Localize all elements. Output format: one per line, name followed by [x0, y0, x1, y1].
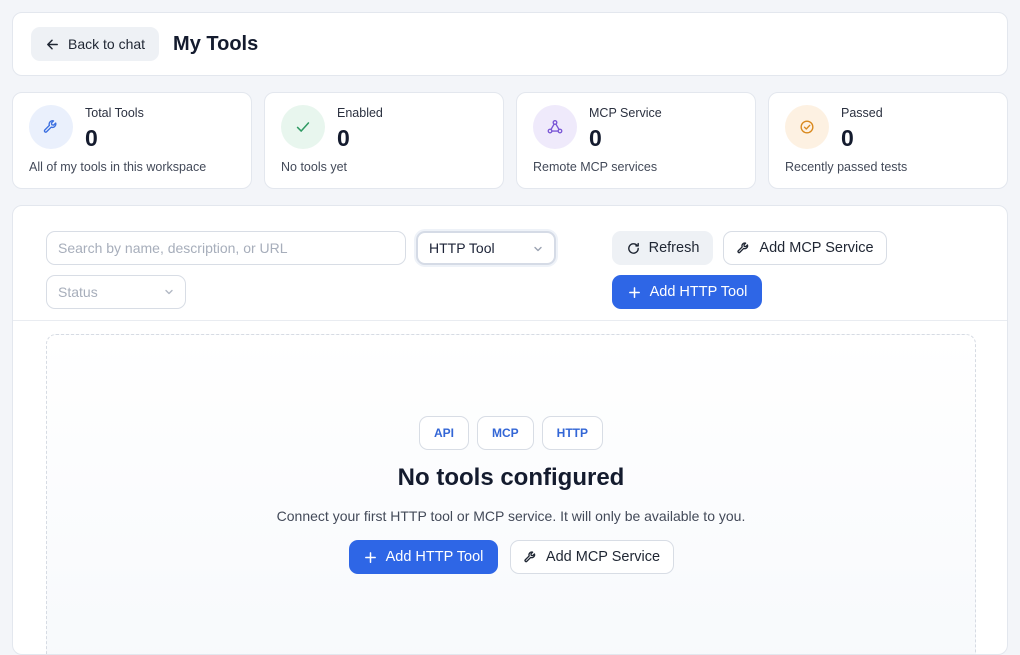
status-select[interactable]: Status — [46, 275, 186, 309]
stat-label: Enabled — [337, 106, 383, 120]
page-title: My Tools — [173, 32, 259, 55]
empty-state-actions: Add HTTP Tool Add MCP Service — [47, 540, 975, 574]
add-http-tool-label: Add HTTP Tool — [649, 284, 748, 300]
refresh-icon — [627, 242, 639, 254]
add-http-tool-button[interactable]: Add HTTP Tool — [612, 275, 762, 309]
arrow-left-icon — [47, 39, 58, 49]
chip-api: API — [418, 416, 469, 450]
stat-value: 0 — [841, 125, 854, 151]
page-header: Back to chat My Tools — [12, 12, 1008, 76]
stats-row: Total Tools 0 All of my tools in this wo… — [12, 92, 1008, 189]
empty-state-description: Connect your first HTTP tool or MCP serv… — [276, 508, 746, 524]
chevron-down-icon — [165, 289, 173, 295]
search-input[interactable] — [46, 231, 406, 265]
stat-description: All of my tools in this workspace — [29, 160, 207, 174]
stat-description: Recently passed tests — [785, 160, 908, 174]
refresh-button[interactable]: Refresh — [612, 231, 713, 265]
stat-label: Passed — [841, 106, 883, 120]
stat-card-passed: Passed 0 Recently passed tests — [768, 92, 1008, 189]
tool-type-select[interactable]: HTTP Tool — [416, 231, 556, 265]
add-mcp-service-label: Add MCP Service — [545, 549, 661, 565]
empty-add-mcp-service-button[interactable]: Add MCP Service — [509, 540, 674, 574]
refresh-label: Refresh — [648, 240, 700, 256]
tool-type-value: HTTP Tool — [429, 240, 495, 256]
stat-card-mcp-service: MCP Service 0 Remote MCP services — [516, 92, 756, 189]
wrench-icon — [524, 550, 536, 562]
stat-card-total-tools: Total Tools 0 All of my tools in this wo… — [12, 92, 252, 189]
plus-icon — [628, 286, 640, 298]
stat-description: No tools yet — [281, 160, 348, 174]
wrench-icon — [737, 241, 749, 253]
chip-mcp: MCP — [477, 416, 534, 450]
stat-card-enabled: Enabled 0 No tools yet — [264, 92, 504, 189]
filter-toolbar: HTTP Tool Status Refresh Add MCP Service… — [13, 206, 1007, 321]
check-icon — [281, 105, 325, 149]
protocol-chips: API MCP HTTP — [47, 416, 975, 450]
stat-label: MCP Service — [589, 106, 662, 120]
add-mcp-service-label: Add MCP Service — [759, 240, 874, 256]
stat-description: Remote MCP services — [533, 160, 658, 174]
add-mcp-service-button[interactable]: Add MCP Service — [723, 231, 887, 265]
stat-value: 0 — [85, 125, 98, 151]
chevron-down-icon — [534, 246, 542, 252]
plus-icon — [364, 551, 376, 563]
back-to-chat-label: Back to chat — [68, 36, 146, 52]
status-placeholder: Status — [58, 284, 98, 300]
empty-state-title: No tools configured — [397, 464, 625, 491]
stat-value: 0 — [589, 125, 602, 151]
network-icon — [533, 105, 577, 149]
back-to-chat-button[interactable]: Back to chat — [31, 27, 160, 61]
wrench-icon — [29, 105, 73, 149]
chip-http: HTTP — [541, 416, 604, 450]
stat-label: Total Tools — [85, 106, 144, 120]
empty-state: API MCP HTTP No tools configured Connect… — [46, 334, 976, 654]
badge-check-icon — [785, 105, 829, 149]
tools-panel: HTTP Tool Status Refresh Add MCP Service… — [12, 205, 1008, 655]
empty-add-http-tool-button[interactable]: Add HTTP Tool — [348, 540, 498, 574]
stat-value: 0 — [337, 125, 350, 151]
add-http-tool-label: Add HTTP Tool — [385, 549, 484, 565]
